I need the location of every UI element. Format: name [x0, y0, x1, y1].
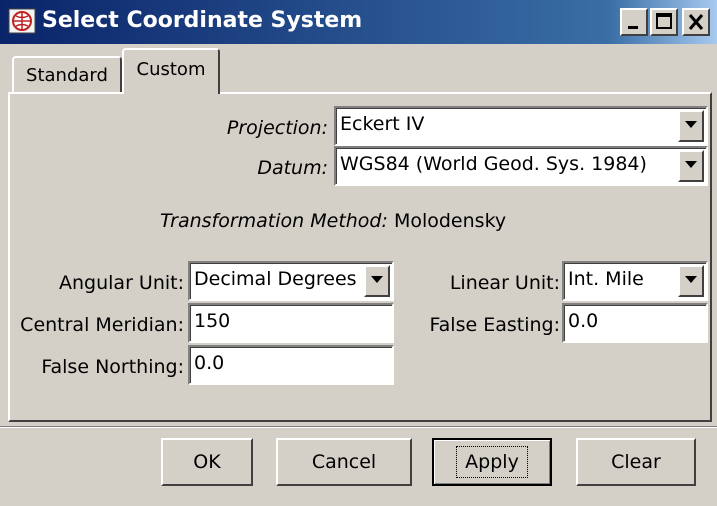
linear-unit-label: Linear Unit:	[449, 272, 560, 294]
tab-standard-label: Standard	[26, 65, 108, 86]
projection-dropdown-button[interactable]	[678, 110, 704, 142]
angular-unit-select[interactable]: Decimal Degrees	[188, 261, 394, 301]
button-separator	[0, 426, 717, 428]
angular-unit-label: Angular Unit:	[59, 272, 184, 294]
clear-button[interactable]: Clear	[576, 438, 696, 486]
central-meridian-input[interactable]: 150	[188, 303, 394, 343]
projection-value: Eckert IV	[340, 113, 425, 135]
datum-label: Datum:	[257, 157, 328, 179]
projection-select[interactable]: Eckert IV	[334, 106, 708, 146]
linear-unit-dropdown-button[interactable]	[678, 265, 704, 297]
transformation-method-label: Transformation Method:	[160, 210, 388, 232]
angular-unit-value: Decimal Degrees	[194, 268, 357, 290]
close-icon	[688, 14, 704, 30]
false-northing-label: False Northing:	[41, 356, 184, 378]
chevron-down-icon	[371, 276, 383, 283]
minimize-icon	[628, 26, 638, 29]
minimize-button[interactable]	[620, 8, 648, 36]
title-bar[interactable]: Select Coordinate System	[0, 0, 717, 44]
transformation-method: Transformation Method: Molodensky	[160, 210, 506, 232]
apply-button[interactable]: Apply	[432, 438, 552, 486]
false-easting-input[interactable]: 0.0	[562, 303, 708, 343]
apply-button-label: Apply	[456, 446, 528, 478]
transformation-method-value: Molodensky	[393, 210, 507, 232]
close-button[interactable]	[682, 8, 710, 36]
datum-select[interactable]: WGS84 (World Geod. Sys. 1984)	[334, 146, 708, 186]
datum-dropdown-button[interactable]	[678, 150, 704, 182]
maximize-icon	[656, 13, 672, 29]
linear-unit-select[interactable]: Int. Mile	[562, 261, 708, 301]
projection-label: Projection:	[226, 117, 328, 139]
chevron-down-icon	[685, 121, 697, 128]
tab-standard[interactable]: Standard	[12, 56, 122, 92]
central-meridian-label: Central Meridian:	[20, 314, 184, 336]
maximize-button[interactable]	[650, 8, 678, 36]
window-title: Select Coordinate System	[42, 8, 363, 33]
tab-custom-label: Custom	[136, 59, 206, 80]
tab-custom[interactable]: Custom	[122, 48, 220, 94]
ok-button[interactable]: OK	[161, 438, 253, 486]
datum-value: WGS84 (World Geod. Sys. 1984)	[340, 153, 647, 175]
app-globe-icon	[8, 8, 36, 34]
cancel-button[interactable]: Cancel	[276, 438, 412, 486]
false-northing-input[interactable]: 0.0	[188, 345, 394, 385]
linear-unit-value: Int. Mile	[568, 268, 644, 290]
false-easting-label: False Easting:	[429, 314, 560, 336]
chevron-down-icon	[685, 161, 697, 168]
chevron-down-icon	[685, 276, 697, 283]
angular-unit-dropdown-button[interactable]	[364, 265, 390, 297]
